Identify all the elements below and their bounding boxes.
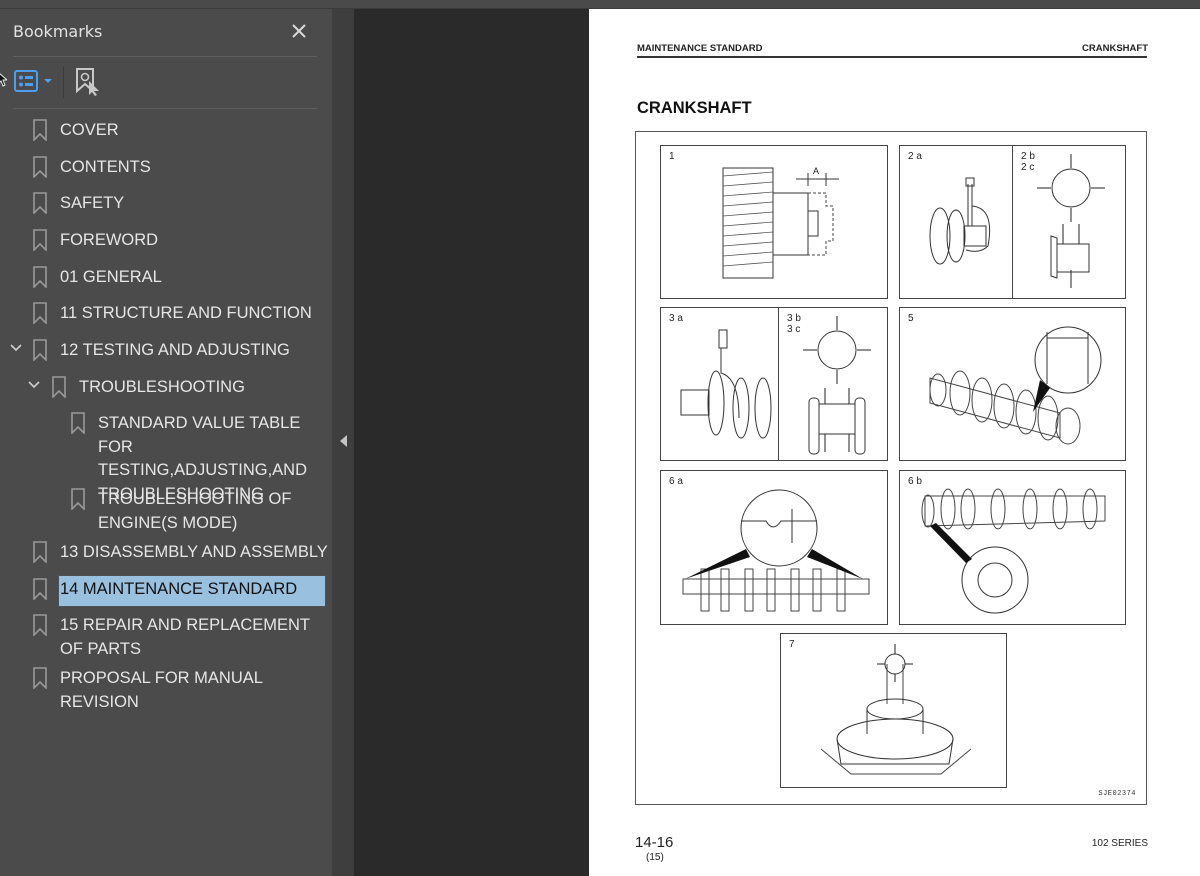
series-label: 102 SERIES (1091, 838, 1148, 849)
bookmark-icon (71, 488, 85, 510)
bookmark-options-button[interactable] (14, 70, 54, 94)
bookmark-label: 01 GENERAL (60, 268, 162, 286)
close-icon (292, 24, 306, 38)
figure-panel-2bc: 2 b 2 c (1012, 145, 1126, 299)
bookmark-label: 13 DISASSEMBLY AND ASSEMBLY (60, 543, 328, 561)
crankshaft-flange-diagram (921, 488, 1106, 614)
figure-panel-3a: 3 a (660, 307, 779, 461)
dimension-label: A (813, 166, 819, 176)
divider (13, 56, 317, 57)
page-header-section: MAINTENANCE STANDARD (637, 43, 763, 54)
bookmark-icon (33, 667, 47, 689)
panel-title: Bookmarks (13, 22, 103, 41)
divider (13, 108, 317, 109)
bookmark-icon (33, 192, 47, 214)
bookmark-icon (33, 266, 47, 288)
chevron-down-icon[interactable] (9, 341, 23, 355)
bookmark-label: FOREWORD (60, 231, 159, 249)
header-rule (637, 56, 1147, 58)
bookmark-label: SAFETY (60, 194, 125, 212)
page-header-topic: CRANKSHAFT (1082, 43, 1148, 54)
gear-bore-diagram (820, 644, 972, 775)
bookmark-icon (33, 578, 47, 600)
crankshaft-keyway-diagram (682, 489, 870, 612)
micrometer-journal-diagram (929, 177, 991, 265)
bookmark-label: PROPOSAL FOR MANUAL REVISION (60, 669, 263, 711)
figure-panel-6b: 6 b (899, 470, 1126, 625)
bookmark-icon (33, 541, 47, 563)
gear-journal-diagram: A (722, 166, 839, 279)
bookmark-icon (33, 229, 47, 251)
bookmark-icon (71, 412, 85, 434)
bookmark-icon (33, 119, 47, 141)
figure-panel-5: 5 (899, 307, 1126, 461)
bookmark-icon (52, 376, 66, 398)
figure-frame: 1 A 2 a 2 b 2 c 3 a 3 b 3 c 5 6 a 6 b 7 … (635, 131, 1147, 805)
bookmark-label: CONTENTS (60, 158, 151, 176)
window-top-bar (0, 0, 1200, 9)
bookmark-icon (33, 614, 47, 636)
mouse-cursor-icon (0, 73, 7, 87)
close-panel-button[interactable] (288, 20, 310, 42)
bookmark-icon (33, 302, 47, 324)
figure-code: SJE02374 (1098, 790, 1136, 798)
bookmark-label-selected: 14 MAINTENANCE STANDARD (58, 575, 326, 607)
crankpin-points-diagram (803, 316, 871, 455)
page-title: CRANKSHAFT (637, 99, 752, 117)
bookmark-label: TROUBLESHOOTING (79, 378, 245, 396)
collapse-panel-handle[interactable] (332, 9, 354, 876)
chevron-down-icon[interactable] (27, 378, 41, 392)
bookmark-icon (33, 339, 47, 361)
bookmark-icon (33, 156, 47, 178)
measurement-points-diagram (1037, 154, 1105, 288)
figure-panel-2a: 2 a (899, 145, 1013, 299)
figure-panel-1: 1 A (660, 145, 888, 299)
page-subnumber: (15) (646, 852, 664, 863)
toolbar-separator (63, 66, 64, 98)
collapse-left-icon (340, 435, 347, 447)
figure-panel-7: 7 (780, 633, 1007, 788)
page-number: 14-16 (635, 834, 674, 851)
find-current-bookmark-button[interactable] (74, 67, 102, 97)
pdf-page: MAINTENANCE STANDARD CRANKSHAFT CRANKSHA… (589, 9, 1200, 876)
figure-panel-3bc: 3 b 3 c (778, 307, 888, 461)
bookmarks-panel: Bookmarks COVER CONTENTS SAFETY FOREWORD… (0, 9, 332, 876)
find-current-bookmark-icon (76, 68, 99, 96)
bookmark-label: 12 TESTING AND ADJUSTING (60, 341, 290, 359)
bookmark-label: COVER (60, 121, 119, 139)
bookmark-label: TROUBLESHOOTING OF ENGINE(S MODE) (98, 490, 292, 532)
crankshaft-width-diagram (929, 326, 1102, 445)
bookmark-list-options-icon (14, 70, 52, 92)
figure-panel-6a: 6 a (660, 470, 888, 625)
bookmark-label: 15 REPAIR AND REPLACEMENT OF PARTS (60, 616, 310, 658)
bookmark-label: 11 STRUCTURE AND FUNCTION (60, 304, 312, 322)
micrometer-crankpin-diagram (680, 329, 772, 439)
